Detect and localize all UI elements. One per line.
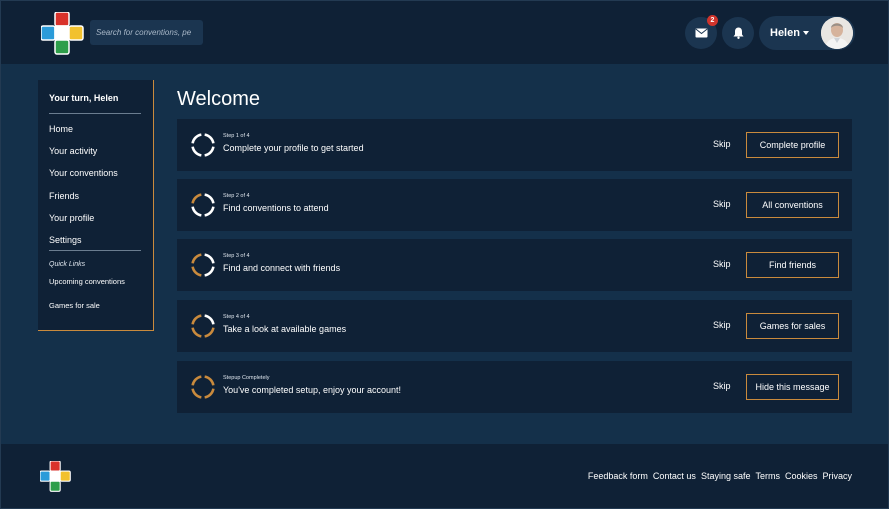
skip-link[interactable]: Skip	[713, 320, 731, 330]
progress-ring-segment	[191, 314, 202, 325]
progress-ring-segment	[191, 375, 202, 386]
sidebar-title: Your turn, Helen	[49, 93, 119, 103]
progress-ring-segment	[204, 253, 215, 264]
progress-ring-icon	[191, 314, 215, 338]
user-name: Helen	[770, 27, 800, 39]
footer-link-feedback[interactable]: Feedback form	[588, 471, 648, 481]
step-counter: Stepup Completely	[223, 375, 270, 381]
skip-link[interactable]: Skip	[713, 139, 731, 149]
footer: Feedback form Contact us Staying safe Te…	[1, 444, 888, 508]
logo-icon[interactable]	[40, 461, 71, 492]
avatar[interactable]	[821, 17, 853, 49]
progress-ring-segment	[204, 146, 215, 157]
progress-ring-segment	[204, 388, 215, 399]
sidebar-item-settings[interactable]: Settings	[49, 235, 82, 245]
progress-ring-icon	[191, 253, 215, 277]
skip-link[interactable]: Skip	[713, 259, 731, 269]
step-description: You've completed setup, enjoy your accou…	[223, 385, 402, 395]
progress-ring-icon	[191, 193, 215, 217]
step-description: Complete your profile to get started	[223, 143, 364, 153]
caret-down-icon	[803, 31, 809, 35]
mail-icon	[694, 28, 708, 38]
find-friends-button[interactable]: Find friends	[746, 252, 839, 278]
footer-link-terms[interactable]: Terms	[755, 471, 780, 481]
step-counter: Step 3 of 4	[223, 253, 250, 259]
sidebar-divider	[49, 250, 141, 251]
step-counter: Step 1 of 4	[223, 133, 250, 139]
hide-message-button[interactable]: Hide this message	[746, 374, 839, 400]
onboarding-step: Step 3 of 4 Find and connect with friend…	[177, 239, 852, 291]
progress-ring-segment	[191, 133, 202, 144]
progress-ring-segment	[204, 133, 215, 144]
onboarding-step: Step 4 of 4 Take a look at available gam…	[177, 300, 852, 352]
page-title: Welcome	[177, 88, 260, 110]
progress-ring-segment	[204, 375, 215, 386]
onboarding-step: Stepup Completely You've completed setup…	[177, 361, 852, 413]
footer-link-cookies[interactable]: Cookies	[785, 471, 818, 481]
user-menu[interactable]: Helen	[759, 16, 855, 50]
quick-link-games-for-sale[interactable]: Games for sale	[49, 301, 100, 310]
sidebar-item-friends[interactable]: Friends	[49, 191, 79, 201]
footer-links: Feedback form Contact us Staying safe Te…	[588, 471, 852, 481]
step-counter: Step 4 of 4	[223, 314, 250, 320]
progress-ring-segment	[191, 206, 202, 217]
progress-ring-icon	[191, 133, 215, 157]
complete-profile-button[interactable]: Complete profile	[746, 132, 839, 158]
onboarding-step: Step 2 of 4 Find conventions to attend S…	[177, 179, 852, 231]
progress-ring-segment	[191, 266, 202, 277]
progress-ring-segment	[204, 314, 215, 325]
progress-ring-segment	[204, 327, 215, 338]
sidebar-item-profile[interactable]: Your profile	[49, 213, 94, 223]
mail-badge: 2	[707, 15, 718, 26]
progress-ring-segment	[191, 253, 202, 264]
footer-link-contact[interactable]: Contact us	[653, 471, 696, 481]
sidebar: Your turn, Helen Home Your activity Your…	[38, 80, 154, 331]
skip-link[interactable]: Skip	[713, 199, 731, 209]
sidebar-item-conventions[interactable]: Your conventions	[49, 168, 118, 178]
progress-ring-segment	[191, 388, 202, 399]
progress-ring-segment	[204, 193, 215, 204]
sidebar-item-activity[interactable]: Your activity	[49, 146, 97, 156]
search-input[interactable]	[90, 20, 203, 45]
footer-link-privacy[interactable]: Privacy	[822, 471, 852, 481]
logo-icon[interactable]	[41, 12, 84, 55]
progress-ring-segment	[191, 146, 202, 157]
notifications-button[interactable]	[722, 17, 754, 49]
progress-ring-segment	[191, 327, 202, 338]
footer-link-staying-safe[interactable]: Staying safe	[701, 471, 751, 481]
progress-ring-icon	[191, 375, 215, 399]
sidebar-item-home[interactable]: Home	[49, 124, 73, 134]
games-for-sales-button[interactable]: Games for sales	[746, 313, 839, 339]
onboarding-step: Step 1 of 4 Complete your profile to get…	[177, 119, 852, 171]
skip-link[interactable]: Skip	[713, 381, 731, 391]
progress-ring-segment	[191, 193, 202, 204]
all-conventions-button[interactable]: All conventions	[746, 192, 839, 218]
quick-link-upcoming-conventions[interactable]: Upcoming conventions	[49, 277, 125, 286]
progress-ring-segment	[204, 206, 215, 217]
top-header: 2 Helen	[1, 1, 888, 64]
step-description: Take a look at available games	[223, 324, 347, 334]
step-description: Find and connect with friends	[223, 263, 341, 273]
step-counter: Step 2 of 4	[223, 193, 250, 199]
quick-links-label: Quick Links	[49, 261, 86, 268]
bell-icon	[733, 27, 743, 39]
progress-ring-segment	[204, 266, 215, 277]
sidebar-divider	[49, 113, 141, 114]
step-description: Find conventions to attend	[223, 203, 329, 213]
